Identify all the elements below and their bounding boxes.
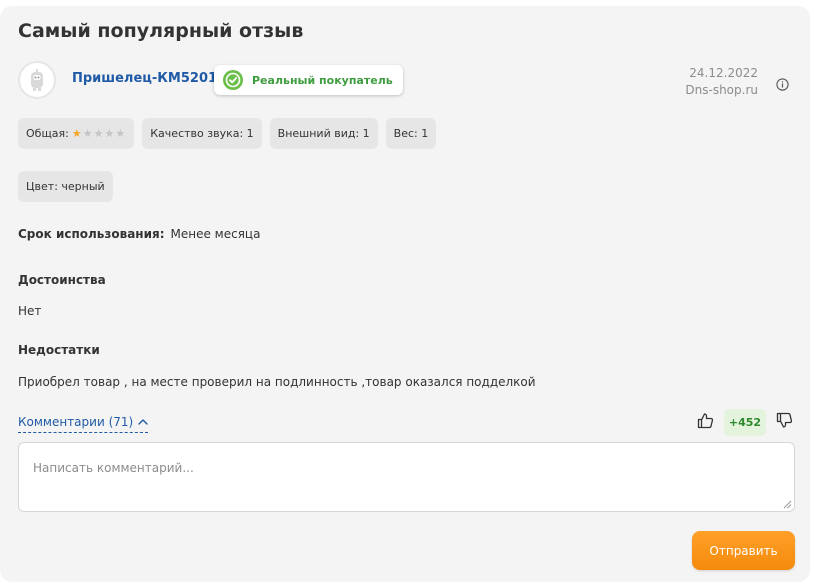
- color-chip: Цвет: черный: [18, 171, 113, 202]
- appearance-chip: Внешний вид: 1: [269, 118, 378, 149]
- star-empty-icon: ★: [93, 127, 104, 140]
- star-rating: ★ ★ ★ ★ ★: [72, 128, 126, 139]
- comments-toggle-label: Комментарии (71): [18, 414, 134, 429]
- verified-label: Реальный покупатель: [252, 73, 393, 87]
- review-date: 24.12.2022: [689, 66, 758, 80]
- resize-grip-icon[interactable]: [783, 500, 792, 509]
- avatar[interactable]: [18, 61, 56, 99]
- star-empty-icon: ★: [82, 127, 93, 140]
- review-meta: 24.12.2022 Dns-shop.ru: [685, 65, 758, 99]
- cons-text: Приобрел товар , на месте проверил на по…: [18, 375, 536, 389]
- info-icon[interactable]: [776, 78, 789, 91]
- comment-textarea[interactable]: [18, 442, 795, 512]
- usage-period: Срок использования: Менее месяца: [18, 227, 260, 241]
- submit-comment-button[interactable]: Отправить: [692, 531, 795, 570]
- overall-rating-chip: Общая: ★ ★ ★ ★ ★: [18, 118, 135, 149]
- overall-rating-label: Общая:: [26, 127, 69, 140]
- check-badge-icon: [223, 70, 243, 90]
- thumbs-up-icon[interactable]: [697, 412, 714, 429]
- rating-chips: Общая: ★ ★ ★ ★ ★ Качество звука: 1 Внешний в…: [18, 118, 437, 149]
- usage-label: Срок использования:: [18, 227, 165, 241]
- star-empty-icon: ★: [104, 127, 115, 140]
- vote-score: +452: [724, 409, 766, 436]
- cons-heading: Недостатки: [18, 343, 100, 357]
- pros-text: Нет: [18, 304, 42, 318]
- usage-value: Менее месяца: [170, 227, 261, 241]
- robot-avatar-icon: [31, 69, 43, 91]
- section-title: Самый популярный отзыв: [18, 20, 304, 42]
- chevron-up-icon: [138, 419, 148, 425]
- comments-toggle[interactable]: Комментарии (71): [18, 413, 149, 433]
- pros-heading: Достоинства: [18, 273, 106, 287]
- review-source: Dns-shop.ru: [685, 83, 758, 97]
- author-link[interactable]: Пришелец-КМ52016: [72, 71, 226, 86]
- weight-chip: Вес: 1: [385, 118, 437, 149]
- sound-quality-chip: Качество звука: 1: [142, 118, 262, 149]
- review-card: Самый популярный отзыв Пришелец-КМ52016 …: [0, 6, 810, 582]
- star-empty-icon: ★: [115, 127, 126, 140]
- thumbs-down-icon[interactable]: [776, 412, 793, 429]
- verified-buyer-badge: Реальный покупатель: [214, 65, 403, 95]
- star-filled-icon: ★: [71, 127, 82, 140]
